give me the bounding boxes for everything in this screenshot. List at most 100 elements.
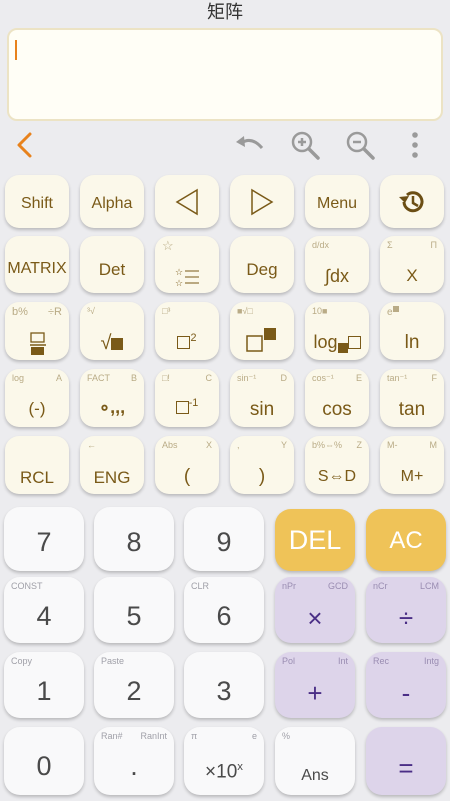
triangle-right-icon — [251, 188, 274, 216]
key-label: M+ — [400, 468, 424, 485]
zoom-in-icon[interactable] — [288, 128, 322, 162]
svg-text:☆: ☆ — [175, 279, 183, 288]
log-base-key[interactable]: 10■ log — [305, 302, 369, 360]
decimal-point-key[interactable]: Ran# RanInt . — [94, 727, 174, 795]
digit-0-key[interactable]: 0 — [4, 727, 84, 795]
times-ten-power-key[interactable]: π e ×10x — [184, 727, 264, 795]
integral-key[interactable]: d/dx ∫dx — [305, 236, 369, 293]
x-key[interactable]: Σ Π X — [380, 236, 444, 293]
key-alpha-label: X — [205, 440, 212, 450]
m-plus-key[interactable]: M- M M+ — [380, 436, 444, 494]
shift-key[interactable]: Shift — [5, 175, 69, 228]
key-label: Alpha — [91, 195, 133, 212]
key-shift-label: ³√ — [87, 306, 95, 316]
key-label: 1 — [36, 676, 52, 706]
sin-key[interactable]: sin⁻¹ D sin — [230, 369, 294, 427]
more-vertical-icon[interactable] — [398, 128, 432, 162]
key-label: cos — [322, 399, 352, 420]
key-label: S⇔D — [317, 468, 357, 485]
key-label: ×10x — [184, 761, 264, 783]
placeholder-box — [175, 401, 189, 414]
key-label: MATRIX — [7, 260, 67, 277]
inverse-key[interactable]: □! C -1 — [155, 369, 219, 427]
key-label: 2 — [155, 332, 219, 353]
key-label: AC — [389, 527, 423, 554]
s-d-key[interactable]: b%⇔% Z S⇔D — [305, 436, 369, 494]
digit-8-key[interactable]: 8 — [94, 507, 174, 571]
square-key[interactable]: □³ 2 — [155, 302, 219, 360]
deg-key[interactable]: Deg — [230, 236, 294, 293]
matrix-key[interactable]: MATRIX — [5, 236, 69, 293]
svg-text:☆: ☆ — [175, 268, 183, 278]
key-shift-label: % — [282, 731, 291, 741]
expression-display[interactable] — [7, 28, 443, 121]
history-icon — [399, 191, 424, 213]
key-shift-label: Pol — [282, 656, 296, 666]
rcl-key[interactable]: RCL — [5, 436, 69, 494]
key-alpha-label: GCD — [328, 581, 348, 591]
key-label: ÷ — [398, 603, 414, 633]
cos-key[interactable]: cos⁻¹ E cos — [305, 369, 369, 427]
fraction-icon — [30, 332, 46, 355]
equals-key[interactable]: = — [366, 727, 446, 795]
key-alpha-label: M — [429, 440, 438, 450]
digit-6-key[interactable]: CLR 6 — [184, 577, 264, 643]
key-label: log — [305, 332, 369, 353]
history-key[interactable] — [380, 175, 444, 228]
chevron-left-icon[interactable] — [8, 128, 42, 162]
delete-button[interactable]: DEL — [275, 509, 355, 571]
undo-icon[interactable] — [232, 128, 266, 162]
key-label: Deg — [246, 260, 278, 279]
key-label: ( — [183, 466, 191, 487]
key-alpha-label: Z — [356, 440, 363, 450]
cursor-right-key[interactable] — [230, 175, 294, 228]
right-paren-key[interactable]: , Y ) — [230, 436, 294, 494]
favorites-list-key[interactable]: ☆ ☆ ☆ — [155, 236, 219, 293]
key-label: √ — [80, 332, 144, 355]
power-key[interactable]: ■√□ — [230, 302, 294, 360]
divide-key[interactable]: nCr LCM ÷ — [366, 577, 446, 643]
digit-7-key[interactable]: 7 — [4, 507, 84, 571]
sqrt-key[interactable]: ³√ √ — [80, 302, 144, 360]
menu-key[interactable]: Menu — [305, 175, 369, 228]
ans-key[interactable]: % Ans — [275, 727, 355, 795]
fraction-key[interactable]: b% ÷R — [5, 302, 69, 360]
key-label: ) — [258, 466, 266, 487]
cursor-left-key[interactable] — [155, 175, 219, 228]
key-label: ENG — [93, 468, 131, 487]
zoom-out-icon[interactable] — [343, 128, 377, 162]
placeholder-box — [337, 343, 348, 353]
ln-key[interactable]: e ln — [380, 302, 444, 360]
page-title: 矩阵 — [207, 2, 243, 23]
digit-5-key[interactable]: 5 — [94, 577, 174, 643]
key-shift-label: 10■ — [312, 306, 328, 316]
digit-4-key[interactable]: CONST 4 — [4, 577, 84, 643]
digit-2-key[interactable]: Paste 2 — [94, 652, 174, 718]
key-alpha-label: LCM — [419, 581, 439, 591]
left-paren-key[interactable]: Abs X ( — [155, 436, 219, 494]
digit-9-key[interactable]: 9 — [184, 507, 264, 571]
multiply-key[interactable]: nPr GCD × — [275, 577, 355, 643]
minus-key[interactable]: Rec Intg - — [366, 652, 446, 718]
alpha-key[interactable]: Alpha — [80, 175, 144, 228]
key-shift-label: ■√□ — [237, 306, 253, 316]
key-label: DEL — [288, 525, 342, 555]
tan-key[interactable]: tan⁻¹ F tan — [380, 369, 444, 427]
key-alpha-label: B — [130, 373, 137, 383]
digit-3-key[interactable]: 3 — [184, 652, 264, 718]
det-key[interactable]: Det — [80, 236, 144, 293]
triangle-left-icon — [175, 188, 198, 216]
key-shift-label: CONST — [11, 581, 43, 591]
key-alpha-label: C — [205, 373, 213, 383]
key-label: ∫dx — [325, 266, 349, 286]
all-clear-button[interactable]: AC — [366, 509, 446, 571]
exp-base-text: ×10 — [205, 761, 238, 783]
key-shift-label: nPr — [282, 581, 297, 591]
key-label: 8 — [126, 527, 142, 557]
key-label: 7 — [36, 527, 52, 557]
digit-1-key[interactable]: Copy 1 — [4, 652, 84, 718]
eng-key[interactable]: ← ENG — [80, 436, 144, 494]
negative-key[interactable]: log A (-) — [5, 369, 69, 427]
dms-key[interactable]: FACT B ∘,,, — [80, 369, 144, 427]
plus-key[interactable]: Pol Int + — [275, 652, 355, 718]
